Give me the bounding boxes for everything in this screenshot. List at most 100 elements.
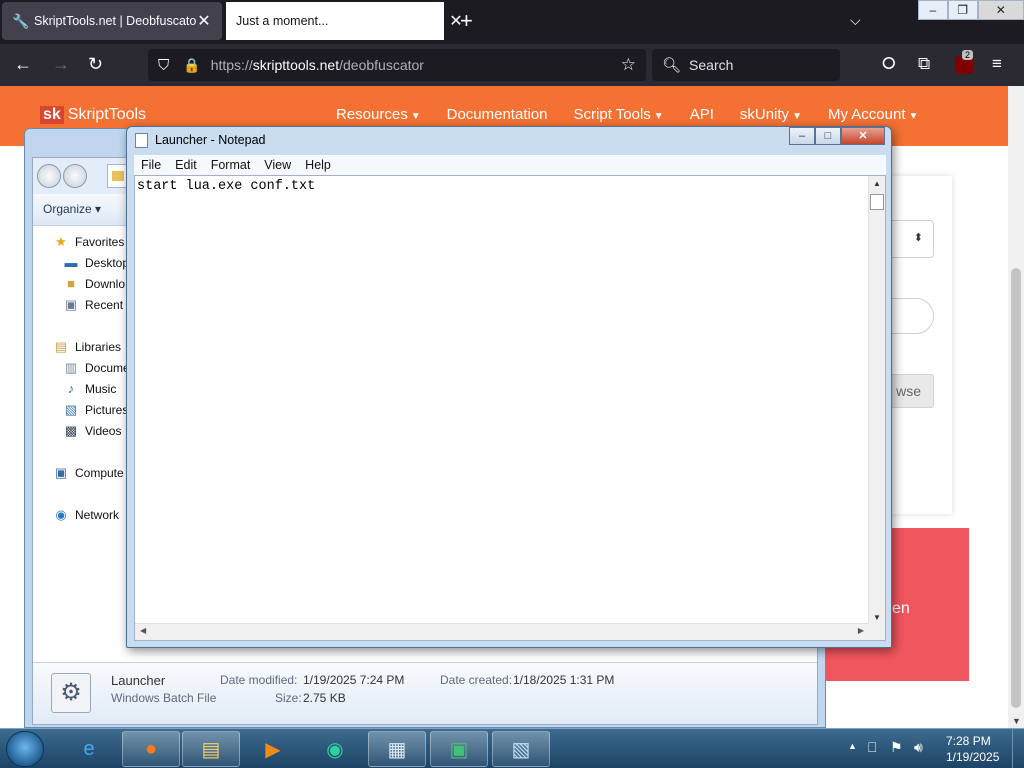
scroll-left-icon[interactable]: ◀ — [140, 626, 146, 635]
pictures-icon: ▧ — [64, 402, 78, 417]
page-scrollbar[interactable]: ▼ — [1008, 86, 1024, 728]
terminal-icon[interactable]: ▣ — [430, 731, 488, 767]
flag-icon[interactable]: ⚑ — [890, 739, 903, 756]
url-text[interactable]: https://skripttools.net/deobfuscator — [211, 57, 424, 73]
firefox-icon[interactable]: ● — [122, 731, 180, 767]
extension-badge: 2 — [962, 50, 974, 60]
chevron-down-icon[interactable]: ⌵ — [850, 12, 861, 29]
nav-network[interactable]: ◉ Network — [53, 507, 119, 523]
tab-title: SkriptTools.net | Deobfuscator — [34, 14, 196, 28]
star-icon: ★ — [55, 234, 67, 249]
downloads-icon: ■ — [67, 276, 75, 291]
scroll-right-icon[interactable]: ▶ — [858, 626, 864, 635]
maximize-icon[interactable]: □ — [815, 127, 841, 145]
close-tab-icon[interactable]: ✕ — [196, 11, 212, 31]
nav-skunity[interactable]: skUnity ▼ — [740, 106, 802, 123]
back-icon[interactable] — [37, 164, 61, 188]
scroll-down-icon[interactable]: ▼ — [873, 613, 881, 622]
site-logo[interactable]: sk SkriptTools — [40, 106, 146, 124]
menu-view[interactable]: View — [264, 158, 291, 172]
text-editor[interactable]: start lua.exe conf.txt ▲ ▼ ◀ ▶ — [134, 175, 886, 641]
vertical-scrollbar[interactable]: ▲ ▼ — [868, 176, 885, 625]
date-created-label: Date created: — [440, 673, 513, 687]
lock-icon[interactable]: 🔒 — [183, 57, 200, 74]
back-icon[interactable]: ← — [14, 54, 32, 74]
minimize-icon[interactable]: – — [789, 127, 815, 145]
scrollbar-thumb[interactable] — [1011, 268, 1021, 708]
system-tray: ▲ ⎕ ⚑ 🔊︎ 7:28 PM 1/19/2025 — [842, 729, 1024, 768]
network-icon[interactable]: ⎕ — [868, 739, 876, 756]
menu-icon[interactable]: ≡ — [992, 54, 1002, 74]
volume-icon[interactable]: 🔊︎ — [914, 739, 923, 756]
computer-icon: ▣ — [54, 465, 68, 480]
bookmark-star-icon[interactable]: ☆ — [621, 55, 636, 75]
restore-icon[interactable]: ❐ — [947, 0, 978, 20]
nav-documents[interactable]: ▥ Docume — [63, 360, 130, 376]
nav-favorites[interactable]: ★ Favorites — [53, 234, 124, 250]
nav-pictures[interactable]: ▧ Pictures — [63, 402, 129, 418]
menu-file[interactable]: File — [141, 158, 161, 172]
horizontal-scrollbar[interactable]: ◀ ▶ — [135, 623, 869, 640]
nav-libraries[interactable]: ▤ Libraries — [53, 339, 121, 355]
menu-edit[interactable]: Edit — [175, 158, 197, 172]
show-hidden-icons-icon[interactable]: ▲ — [848, 741, 857, 751]
scroll-up-icon[interactable]: ▲ — [873, 179, 881, 188]
nav-resources[interactable]: Resources ▼ — [336, 106, 421, 123]
tab-skripttools[interactable]: 🔧 SkriptTools.net | Deobfuscator ✕ — [2, 2, 222, 40]
extensions-icon[interactable]: ⧉ — [918, 54, 930, 74]
scrollbar-thumb[interactable] — [870, 194, 884, 210]
tab-just-a-moment[interactable]: Just a moment... ✕ — [226, 2, 463, 40]
nav-recent-places[interactable]: ▣ Recent — [63, 297, 123, 313]
reload-icon[interactable]: ↻ — [88, 54, 103, 74]
scroll-down-icon[interactable]: ▼ — [1012, 716, 1021, 726]
url-bar[interactable]: ⛉ 🔒 https://skripttools.net/deobfuscator… — [148, 49, 646, 81]
minimize-icon[interactable]: – — [918, 0, 948, 20]
site-nav: Resources ▼ Documentation Script Tools ▼ A… — [336, 106, 918, 123]
nav-script-tools[interactable]: Script Tools ▼ — [574, 106, 664, 123]
notepad-icon[interactable]: ▧ — [492, 731, 550, 767]
forward-icon[interactable]: → — [52, 54, 70, 74]
nav-desktop[interactable]: ▬ Desktop — [63, 255, 130, 271]
clock-time[interactable]: 7:28 PM — [946, 734, 991, 748]
nav-downloads[interactable]: ■ Downlo — [63, 276, 125, 292]
file-type: Windows Batch File — [111, 691, 217, 705]
media-player-icon[interactable]: ▶ — [244, 731, 302, 767]
nav-api[interactable]: API — [690, 106, 714, 123]
forward-icon[interactable] — [63, 164, 87, 188]
size-value: 2.75 KB — [303, 691, 346, 705]
editor-content[interactable]: start lua.exe conf.txt — [137, 179, 315, 194]
shield-icon[interactable]: ⛉ — [158, 57, 169, 74]
notepad-icon[interactable] — [135, 133, 148, 148]
clock-date[interactable]: 1/19/2025 — [946, 750, 999, 764]
documents-icon: ▥ — [64, 360, 78, 375]
menu-format[interactable]: Format — [211, 158, 251, 172]
notepad-title-bar[interactable]: Launcher - Notepad – □ ✕ — [127, 127, 891, 153]
show-desktop-button[interactable] — [1012, 729, 1024, 768]
date-modified-label: Date modified: — [220, 673, 298, 687]
organize-button[interactable]: Organize ▾ — [43, 202, 101, 216]
nav-music[interactable]: ♪ Music — [63, 381, 117, 397]
nav-computer[interactable]: ▣ Compute — [53, 465, 124, 481]
select-arrows-icon: ⬍ — [913, 232, 923, 244]
pocket-icon[interactable]: ⭘ — [882, 54, 896, 74]
desktop-icon: ▬ — [64, 255, 78, 270]
menu-help[interactable]: Help — [305, 158, 331, 172]
app-circle-icon[interactable]: ◉ — [306, 731, 364, 767]
music-icon: ♪ — [67, 381, 75, 396]
new-tab-icon[interactable]: + — [460, 10, 473, 32]
close-icon[interactable]: ✕ — [841, 127, 885, 145]
date-created-value: 1/18/2025 1:31 PM — [513, 673, 615, 687]
control-panel-icon[interactable]: ▦ — [368, 731, 426, 767]
internet-explorer-icon[interactable]: e — [60, 731, 118, 767]
windows-explorer-icon[interactable]: ▤ — [182, 731, 240, 767]
nav-my-account[interactable]: My Account ▼ — [828, 106, 918, 123]
resize-grip[interactable] — [868, 623, 885, 640]
start-button[interactable] — [6, 731, 44, 767]
details-pane: ⚙ Launcher Windows Batch File Date modif… — [33, 662, 817, 724]
search-icon: 🔍︎ — [662, 57, 682, 74]
nav-videos[interactable]: ▩ Videos — [63, 423, 122, 439]
dropdown-arrow-icon: ▼ — [410, 111, 421, 122]
close-window-icon[interactable]: ✕ — [977, 0, 1024, 20]
search-input[interactable]: 🔍︎ Search — [652, 49, 840, 81]
nav-documentation[interactable]: Documentation — [447, 106, 548, 123]
